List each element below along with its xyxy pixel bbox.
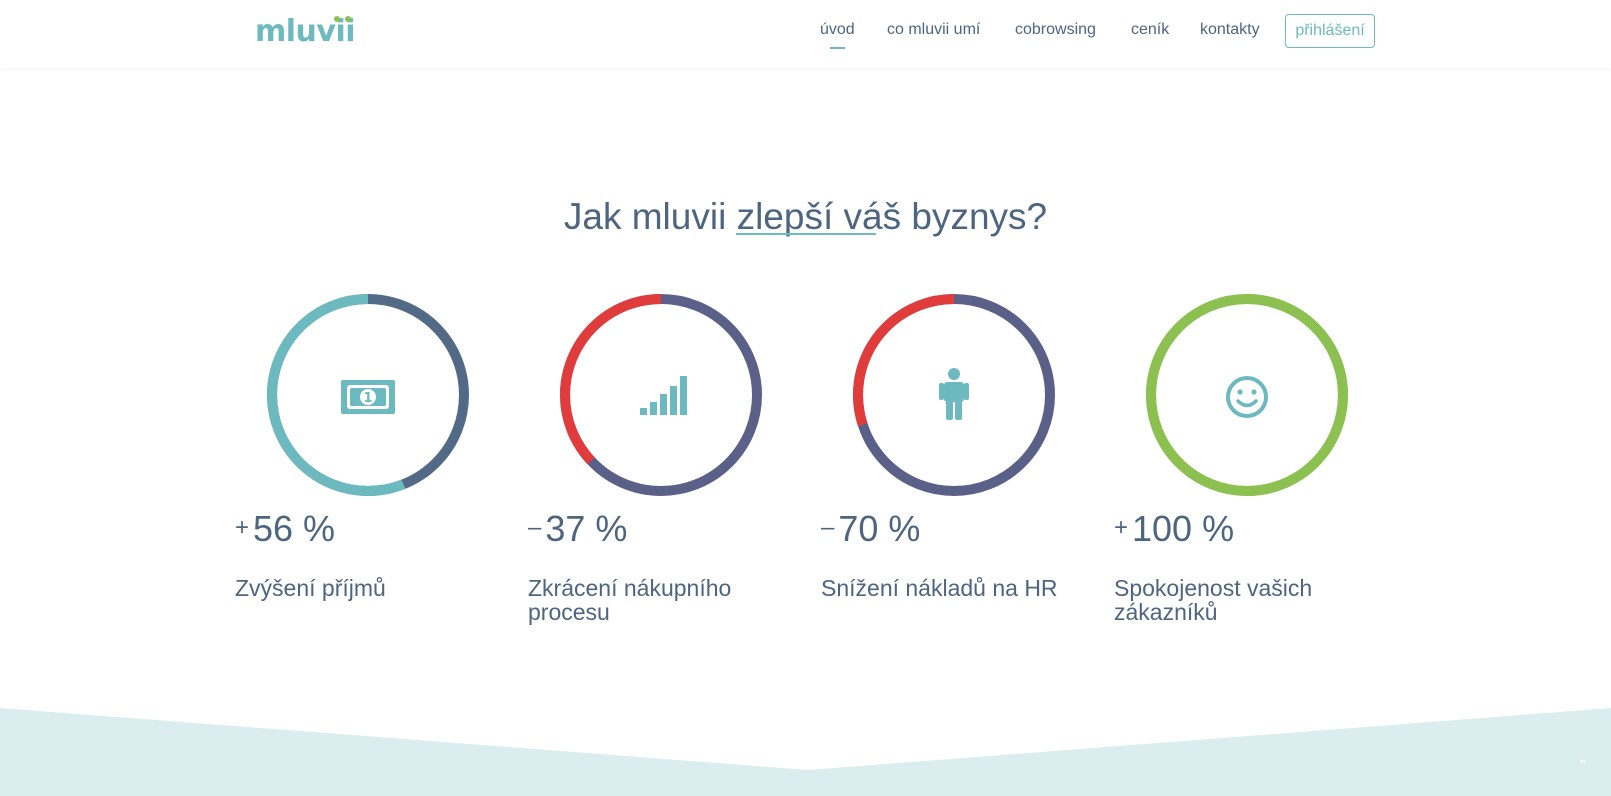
stat-value: –37 % [528, 508, 627, 550]
nav-item-uvod[interactable]: úvod [820, 21, 855, 49]
stat-sign: – [528, 514, 542, 541]
stat-card-hr-costs: –70 % Snížení nákladů na HR [821, 290, 1101, 630]
stat-card-purchase-process: –37 % Zkrácení nákupního procesu [528, 290, 808, 630]
nav-item-cobrowsing[interactable]: cobrowsing [1015, 21, 1096, 39]
stat-sign: + [235, 514, 250, 541]
stat-label: Zvýšení příjmů [235, 575, 386, 601]
chevron-up-icon[interactable]: ⌃ [1573, 757, 1593, 777]
signal-bars-icon [624, 358, 698, 432]
stat-number: 37 % [545, 508, 628, 549]
stat-label: Spokojenost vašich zákazníků [1114, 575, 1313, 625]
stat-value: +100 % [1114, 508, 1234, 550]
stat-label: Snížení nákladů na HR [821, 575, 1058, 601]
nav-item-co-mluvii-umi[interactable]: co mluvii umí [887, 21, 980, 39]
stat-number: 56 % [253, 508, 336, 549]
stat-number: 100 % [1132, 508, 1235, 549]
login-button[interactable]: přihlášení [1285, 14, 1375, 48]
title-underline [736, 233, 876, 235]
svg-text:1: 1 [363, 391, 372, 406]
bottom-background-wave [0, 708, 1611, 796]
stat-number: 70 % [838, 508, 921, 549]
person-icon [917, 358, 991, 432]
stat-value: –70 % [821, 508, 920, 550]
stat-card-customer-satisfaction: +100 % Spokojenost vašich zákazníků [1114, 290, 1394, 630]
nav-item-kontakty[interactable]: kontakty [1200, 21, 1260, 39]
stat-label: Zkrácení nákupního procesu [528, 575, 732, 625]
smiley-icon [1210, 358, 1284, 432]
money-icon: 1 [331, 358, 405, 432]
stat-value: +56 % [235, 508, 335, 550]
nav-item-cenik[interactable]: ceník [1131, 21, 1169, 39]
stat-sign: + [1114, 514, 1129, 541]
section-title: Jak mluvii zlepší váš byznys? [563, 195, 1048, 237]
stat-sign: – [821, 514, 835, 541]
stat-card-revenue: 1 +56 % Zvýšení příjmů [235, 290, 515, 630]
